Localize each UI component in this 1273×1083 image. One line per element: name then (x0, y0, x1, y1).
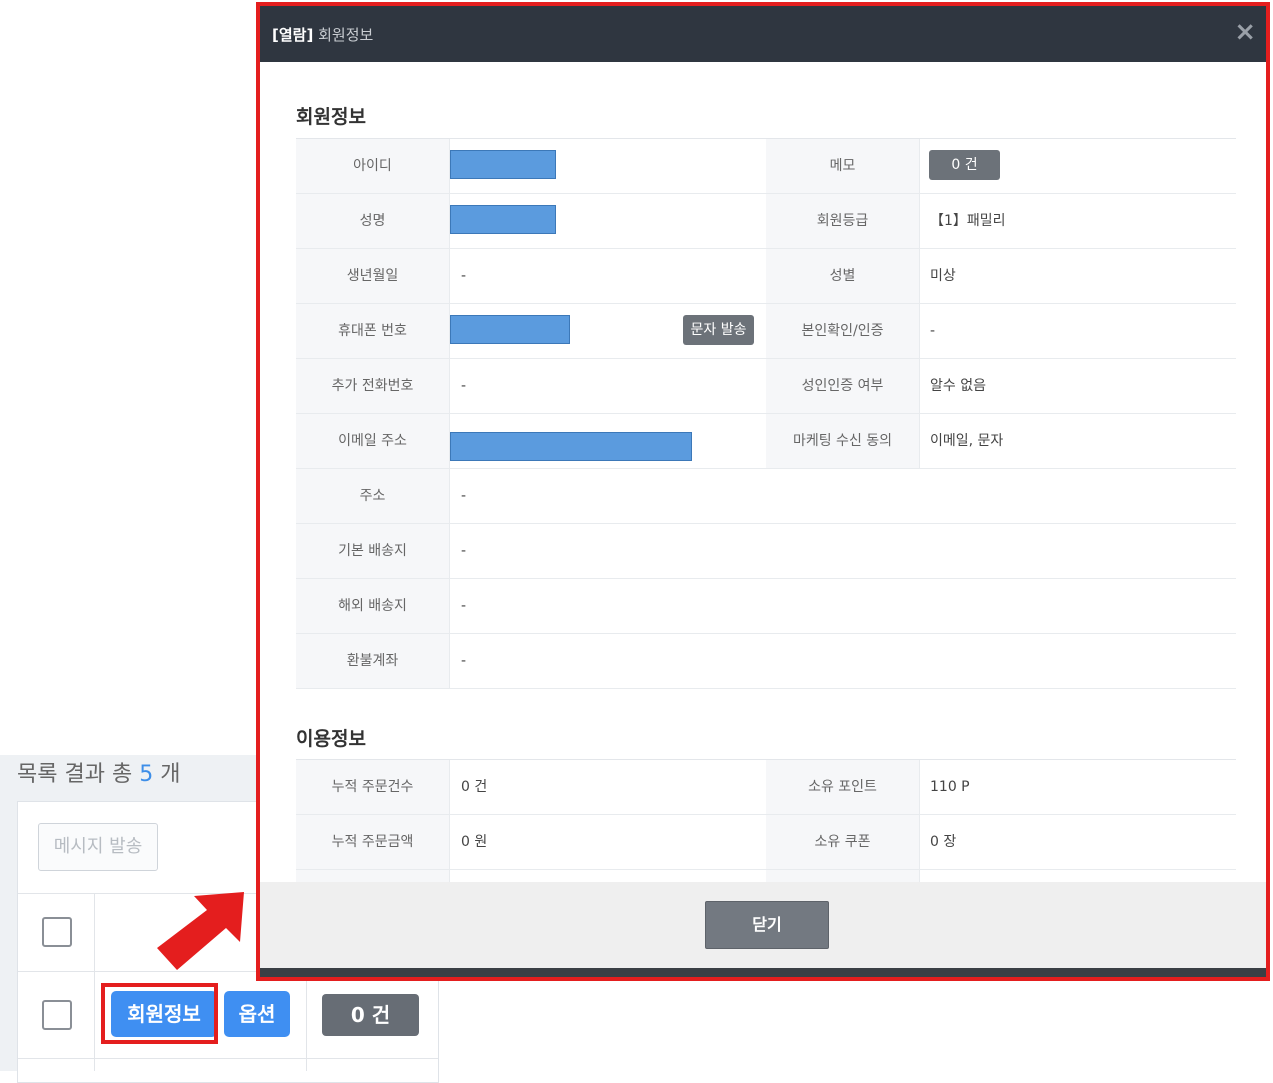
grade-label: 회원등급 (766, 194, 920, 248)
result-count: 5 (139, 762, 154, 787)
table-row: 해외 배송지 - (296, 579, 1236, 634)
coupons-label: 소유 쿠폰 (766, 815, 920, 869)
table-row: 성명 회원등급 【1】패밀리 (296, 194, 1236, 249)
verification-label: 본인확인/인증 (766, 304, 920, 358)
id-redacted (450, 150, 556, 179)
table-row: 누적 주문금액 0 원 소유 쿠폰 0 장 (296, 815, 1236, 870)
table-row: 환불계좌 - (296, 634, 1236, 689)
default-shipping-value: - (461, 543, 467, 559)
address-label: 주소 (296, 469, 450, 523)
default-shipping-label: 기본 배송지 (296, 524, 450, 578)
order-amount-label: 누적 주문금액 (296, 815, 450, 869)
marketing-consent-value: 이메일, 문자 (930, 433, 1004, 449)
overseas-shipping-value: - (461, 598, 467, 614)
mobile-label: 휴대폰 번호 (296, 304, 450, 358)
email-label: 이메일 주소 (296, 414, 450, 468)
red-arrow-icon (157, 892, 244, 970)
marketing-consent-label: 마케팅 수신 동의 (766, 414, 920, 468)
table-row: 기본 배송지 - (296, 524, 1236, 579)
extra-phone-value: - (461, 378, 467, 394)
id-label: 아이디 (296, 139, 450, 193)
table-row: 휴대폰 번호 문자 발송 본인확인/인증 - (296, 304, 1236, 359)
name-label: 성명 (296, 194, 450, 248)
modal-header: [열람] 회원정보 × (260, 6, 1266, 62)
gender-value: 미상 (930, 268, 956, 284)
mobile-redacted (450, 315, 570, 344)
footer-bar (260, 968, 1266, 977)
modal-title-text: 회원정보 (318, 26, 374, 44)
birthdate-value: - (461, 268, 467, 284)
gender-label: 성별 (766, 249, 920, 303)
table-row: 주소 - (296, 469, 1236, 524)
table-row: 생년월일 - 성별 미상 (296, 249, 1236, 304)
member-info-table: 아이디 메모 0 건 성명 회원등급 【1】패밀리 생년월일 - 성별 미상 휴… (296, 138, 1236, 689)
refund-account-label: 환불계좌 (296, 634, 450, 688)
verification-value: - (930, 323, 936, 339)
name-redacted (450, 205, 556, 234)
points-value: 110 P (930, 779, 970, 795)
order-count-label: 누적 주문건수 (296, 760, 450, 814)
adult-verification-value: 알수 없음 (930, 378, 986, 394)
modal-title: [열람] 회원정보 (272, 24, 373, 45)
close-icon[interactable]: × (1234, 18, 1256, 46)
extra-phone-label: 추가 전화번호 (296, 359, 450, 413)
select-all-checkbox[interactable] (42, 917, 72, 947)
order-count-value: 0 건 (461, 779, 488, 795)
memo-count-button[interactable]: 0 건 (929, 150, 1000, 180)
coupons-value: 0 장 (930, 834, 957, 850)
row-checkbox[interactable] (42, 1000, 72, 1030)
member-info-highlight (101, 983, 218, 1044)
overseas-shipping-label: 해외 배송지 (296, 579, 450, 633)
table-divider (18, 1058, 438, 1059)
list-result-summary: 목록 결과 총 5 개 (17, 756, 180, 788)
summary-suffix: 개 (160, 762, 181, 787)
send-message-button[interactable]: 메시지 발송 (38, 823, 158, 871)
send-sms-button[interactable]: 문자 발송 (683, 315, 754, 345)
refund-account-value: - (461, 653, 467, 669)
usage-section-title: 이용정보 (296, 728, 366, 750)
close-button[interactable]: 닫기 (705, 901, 829, 949)
options-button[interactable]: 옵션 (224, 991, 290, 1037)
memo-label: 메모 (766, 139, 920, 193)
grade-value: 【1】패밀리 (930, 213, 1006, 229)
email-redacted (450, 432, 692, 461)
table-row: 누적 주문건수 0 건 소유 포인트 110 P (296, 760, 1236, 815)
summary-prefix: 목록 결과 총 (17, 762, 133, 787)
member-info-modal: [열람] 회원정보 × 회원정보 아이디 메모 0 건 성명 회원등급 【1】패… (256, 2, 1270, 981)
member-section-title: 회원정보 (296, 106, 366, 128)
table-row: 아이디 메모 0 건 (296, 139, 1236, 194)
table-row: 추가 전화번호 - 성인인증 여부 알수 없음 (296, 359, 1236, 414)
modal-title-tag: [열람] (272, 26, 314, 44)
column-divider (306, 971, 307, 1071)
column-divider (94, 893, 95, 1071)
adult-verification-label: 성인인증 여부 (766, 359, 920, 413)
address-value: - (461, 488, 467, 504)
memo-count-button[interactable]: 0 건 (322, 994, 419, 1036)
points-label: 소유 포인트 (766, 760, 920, 814)
order-amount-value: 0 원 (461, 834, 488, 850)
birthdate-label: 생년월일 (296, 249, 450, 303)
table-row: 이메일 주소 마케팅 수신 동의 이메일, 문자 (296, 414, 1236, 469)
